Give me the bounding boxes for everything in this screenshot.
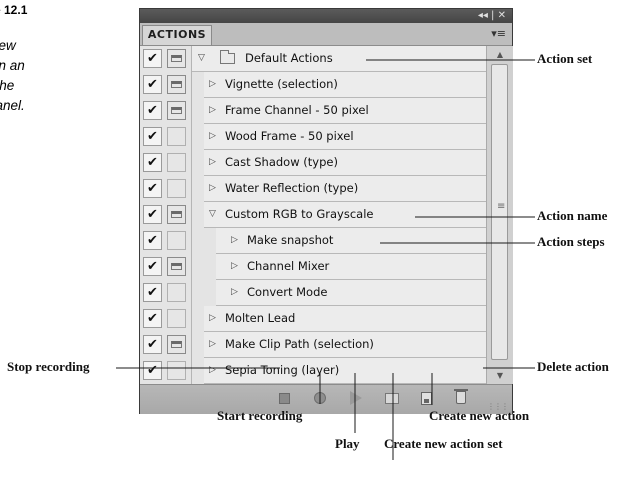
label-action-steps: Action steps bbox=[537, 234, 605, 249]
label-action-set: Action set bbox=[537, 51, 593, 66]
label-play: Play bbox=[335, 436, 360, 451]
label-create-new-action-set: Create new action set bbox=[384, 436, 503, 451]
label-delete-action: Delete action bbox=[537, 359, 609, 374]
label-create-new-action: Create new action bbox=[429, 408, 530, 423]
label-start-recording: Start recording bbox=[217, 408, 303, 423]
label-action-name: Action name bbox=[537, 208, 608, 223]
label-stop-recording: Stop recording bbox=[7, 359, 90, 374]
